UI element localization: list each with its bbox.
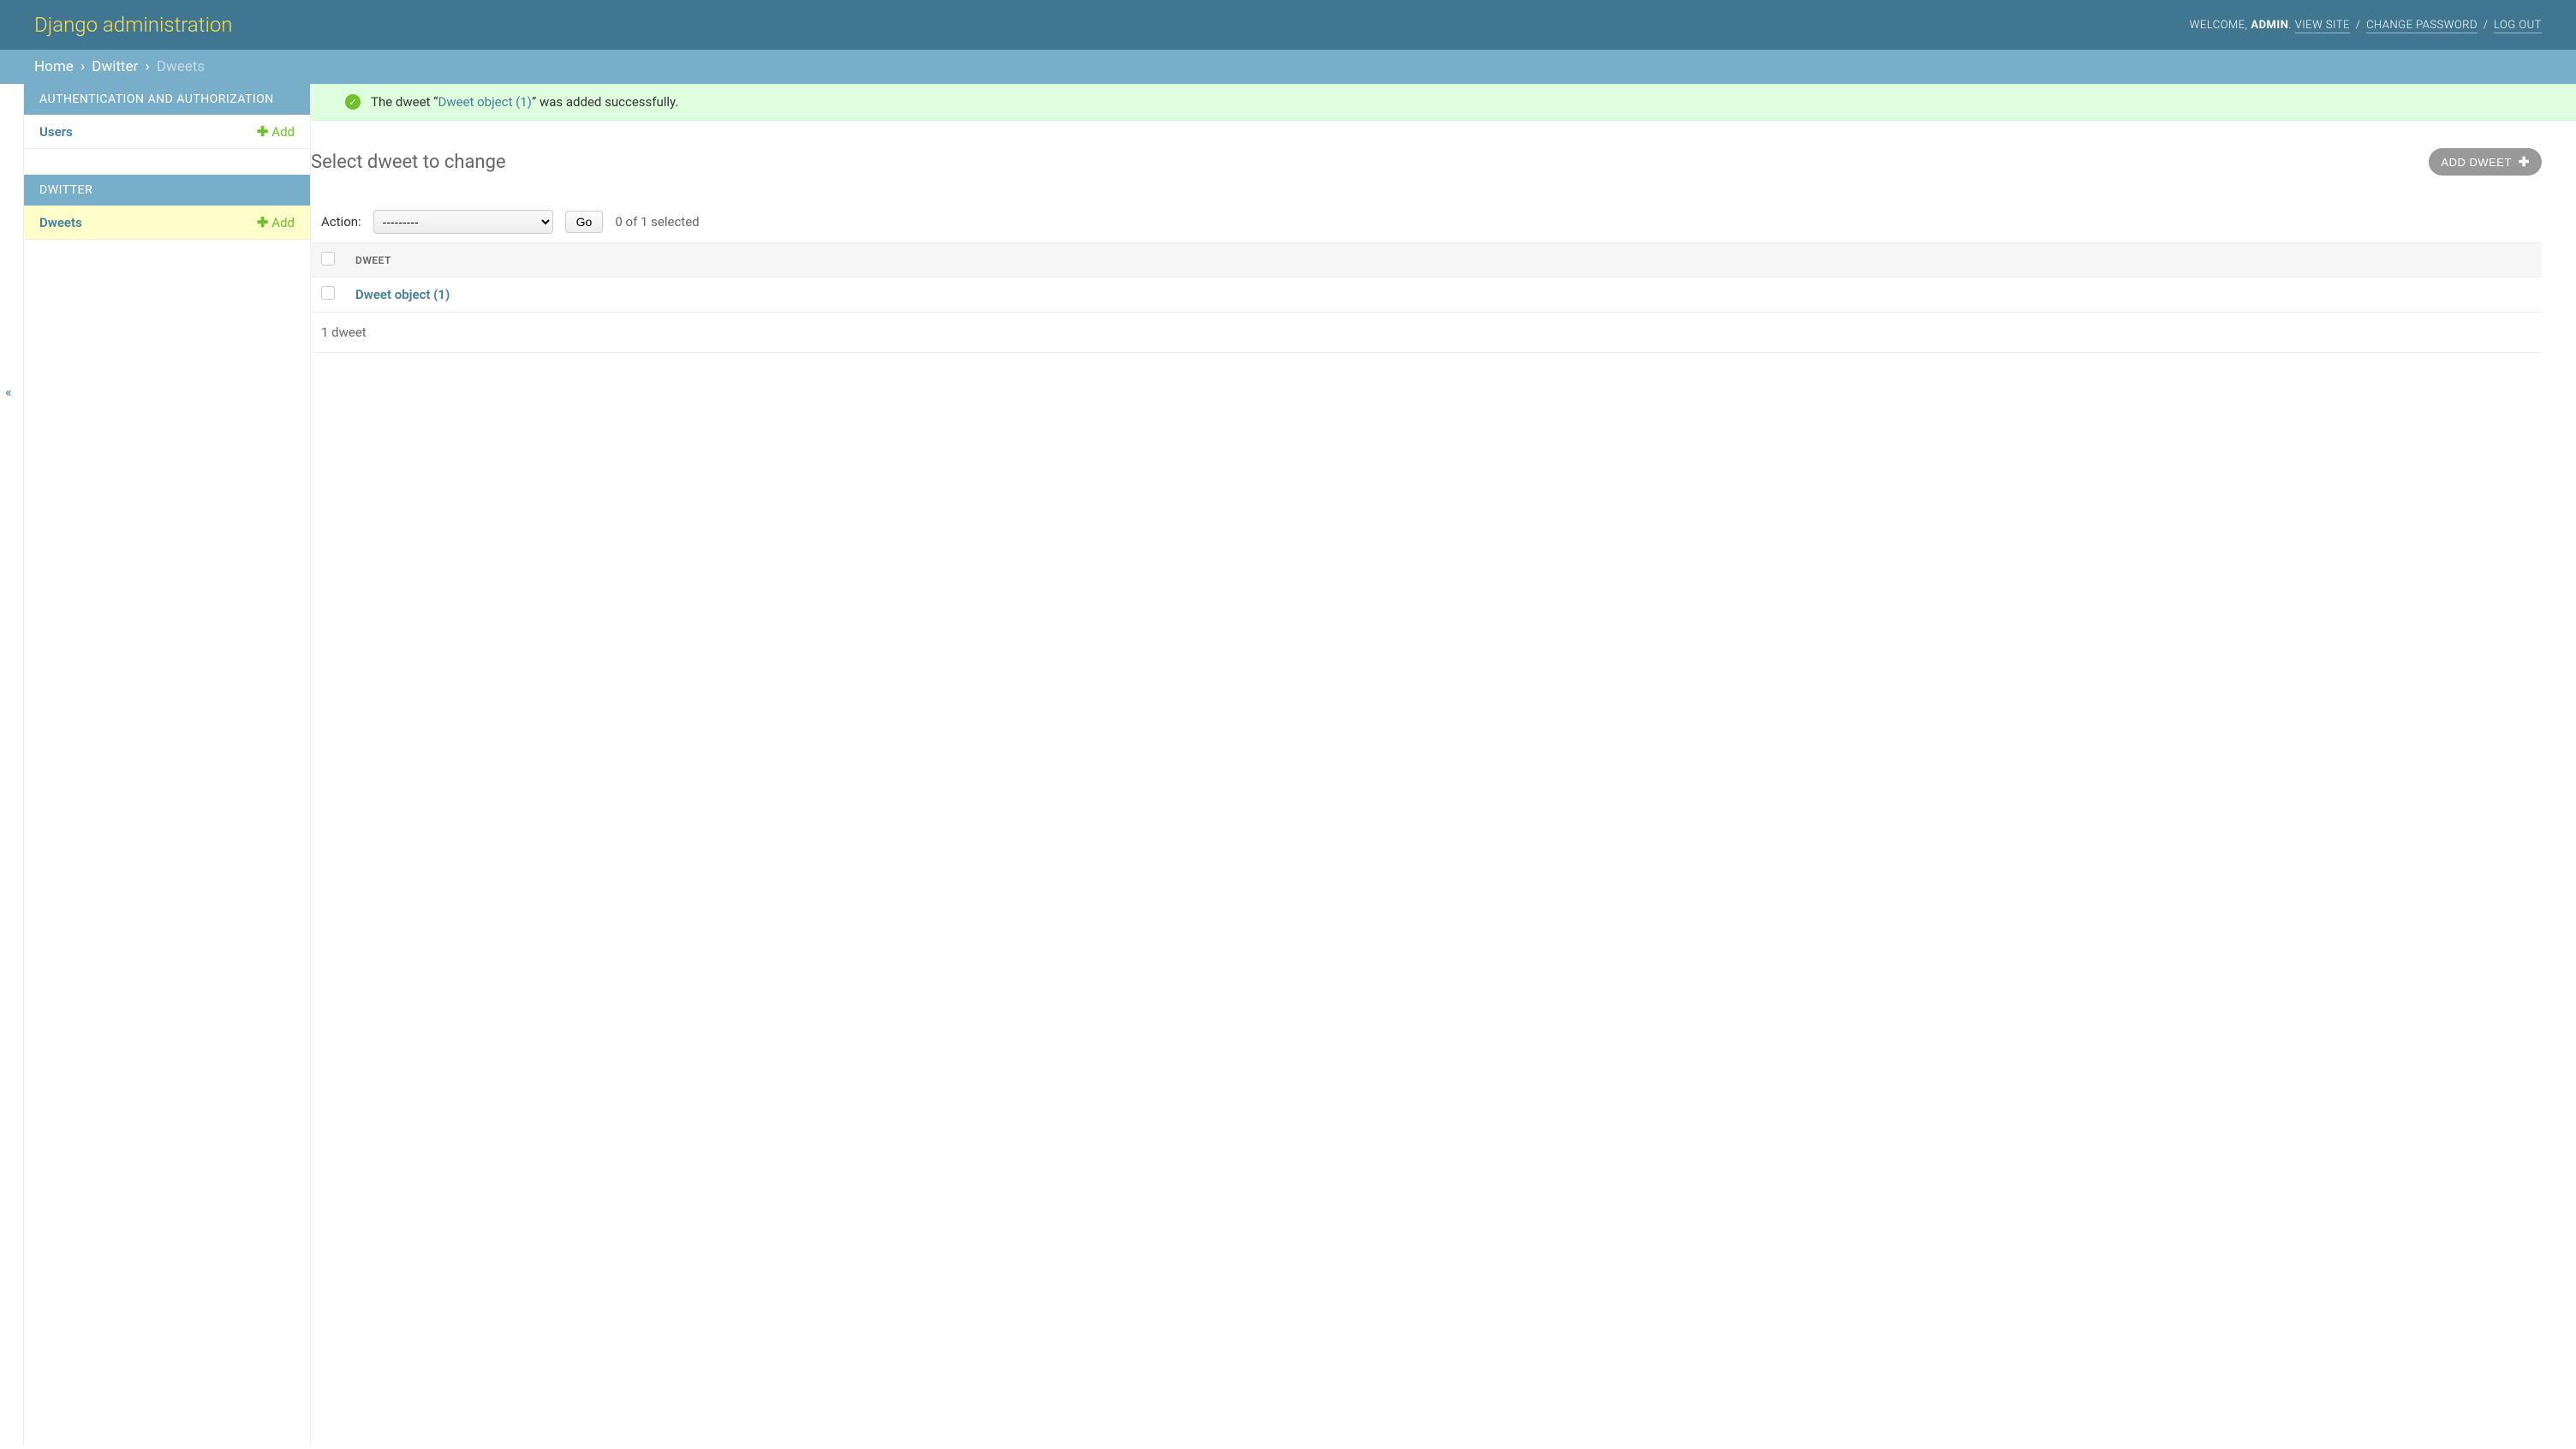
add-dweet-label: ADD DWEET [2441,156,2512,169]
user-tools: WELCOME, ADMIN. VIEW SITE / CHANGE PASSW… [2190,19,2542,32]
success-icon: ✓ [345,94,361,110]
add-dweet-button[interactable]: ADD DWEET ✚ [2429,148,2542,176]
breadcrumb-app[interactable]: Dwitter [92,58,138,75]
paginator: 1 dweet [311,313,2542,353]
change-password-link[interactable]: CHANGE PASSWORD [2366,19,2478,33]
welcome-label: WELCOME, [2190,19,2248,32]
sidebar-module-caption-link[interactable]: AUTHENTICATION AND AUTHORIZATION [39,92,274,106]
sidebar-module-caption[interactable]: DWITTER [24,175,310,206]
content: ✓ The dweet “Dweet object (1)” was added… [311,84,2576,1446]
sidebar-item-link[interactable]: Users [39,124,73,140]
action-label: Action: [321,214,361,230]
plus-icon: ✚ [2519,154,2530,170]
results-table: DWEET Dweet object (1) [311,242,2542,313]
separator: / [2356,19,2361,32]
content-inner: Select dweet to change ADD DWEET ✚ Actio… [311,121,2576,370]
sidebar-item-link[interactable]: Dweets [39,215,82,230]
message-object-link[interactable]: Dweet object (1) [438,94,531,110]
sidebar-module-auth: AUTHENTICATION AND AUTHORIZATION Users ✚… [24,84,310,149]
sidebar-module-caption[interactable]: AUTHENTICATION AND AUTHORIZATION [24,84,310,115]
message-post: ” was added successfully. [532,94,678,110]
branding[interactable]: Django administration [34,13,233,37]
select-all-checkbox[interactable] [321,252,335,265]
action-counter: 0 of 1 selected [615,214,699,230]
row-object-link[interactable]: Dweet object (1) [355,287,450,302]
add-label: Add [271,215,295,230]
sidebar-item-dweets: Dweets ✚ Add [24,206,310,240]
separator: / [2484,19,2489,32]
sidebar-item-users: Users ✚ Add [24,115,310,149]
select-all-header [311,243,345,277]
breadcrumb-home[interactable]: Home [34,58,74,75]
plus-icon: ✚ [257,214,268,230]
success-message: ✓ The dweet “Dweet object (1)” was added… [311,84,2576,120]
row-checkbox-cell [311,277,345,313]
message-list: ✓ The dweet “Dweet object (1)” was added… [311,84,2576,121]
page-title: Select dweet to change [311,152,506,173]
breadcrumb-current: Dweets [157,58,205,75]
breadcrumb-sep: › [145,58,149,75]
username: ADMIN [2251,19,2288,32]
plus-icon: ✚ [257,123,268,140]
logout-link[interactable]: LOG OUT [2494,19,2542,33]
add-users-link[interactable]: ✚ Add [257,123,295,140]
message-pre: The dweet “ [371,94,438,110]
actions-bar: Action: --------- Go 0 of 1 selected [311,201,2542,242]
sidebar-module-caption-link[interactable]: DWITTER [39,183,92,197]
main: « AUTHENTICATION AND AUTHORIZATION Users… [0,84,2576,1446]
add-dweets-link[interactable]: ✚ Add [257,214,295,230]
row-label-cell: Dweet object (1) [345,277,2542,313]
column-header-dweet[interactable]: DWEET [345,243,2542,277]
add-label: Add [271,124,295,140]
action-select[interactable]: --------- [373,210,553,234]
content-header: Select dweet to change ADD DWEET ✚ [311,148,2542,176]
breadcrumb-sep: › [80,58,85,75]
sidebar-toggle-rail: « [0,84,24,1446]
sidebar-module-dwitter: DWITTER Dweets ✚ Add [24,175,310,240]
view-site-link[interactable]: VIEW SITE [2295,19,2350,33]
go-button[interactable]: Go [565,211,604,233]
object-tools: ADD DWEET ✚ [2429,148,2542,176]
nav-sidebar: AUTHENTICATION AND AUTHORIZATION Users ✚… [24,84,311,1446]
header: Django administration WELCOME, ADMIN. VI… [0,0,2576,50]
breadcrumb: Home › Dwitter › Dweets [0,50,2576,84]
toggle-sidebar-icon[interactable]: « [5,384,12,400]
row-checkbox[interactable] [321,286,335,300]
table-row: Dweet object (1) [311,277,2542,313]
